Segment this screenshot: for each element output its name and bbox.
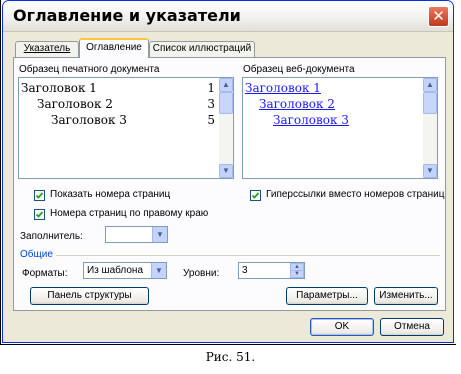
close-button[interactable]: ✕	[428, 6, 449, 27]
tab-index-label: Указатель	[23, 43, 71, 54]
formats-value: Из шаблона	[87, 265, 144, 276]
outline-panel-button-label: Панель структуры	[47, 290, 132, 301]
tab-panel: Образец печатного документа Заголовок 1 …	[13, 57, 446, 311]
general-group-label: Общие	[20, 249, 53, 260]
ok-button-label: OK	[334, 321, 350, 332]
figure-caption: Рис. 51.	[205, 350, 256, 364]
modify-button[interactable]: Изменить...	[374, 287, 438, 305]
tab-figures[interactable]: Список иллюстраций	[149, 41, 255, 57]
spin-down-icon[interactable]: ▼	[290, 270, 304, 278]
print-preview-box: Заголовок 1 1 Заголовок 2 3 Заголовок 3 …	[18, 77, 234, 179]
tab-toc[interactable]: Оглавление	[79, 38, 149, 58]
filler-label: Заполнитель:	[20, 231, 83, 242]
ok-button[interactable]: OK	[310, 318, 374, 336]
dialog-title: Оглавление и указатели	[13, 6, 241, 25]
print-page-2: 3	[207, 97, 215, 111]
print-preview-scrollbar[interactable]: ▲ ▼	[219, 78, 233, 178]
scroll-thumb[interactable]	[219, 92, 233, 114]
modify-button-label: Изменить...	[379, 290, 433, 301]
web-preview-box: Заголовок 1 Заголовок 2 Заголовок 3 ▲ ▼	[242, 77, 438, 179]
cancel-button-label: Отмена	[394, 321, 430, 332]
formats-label: Форматы:	[22, 268, 68, 279]
toc-dialog: Оглавление и указатели ✕ Указатель Оглав…	[2, 0, 454, 343]
parameters-button-label: Параметры...	[296, 290, 358, 301]
tab-index[interactable]: Указатель	[15, 41, 79, 57]
chevron-down-icon[interactable]: ▼	[151, 263, 166, 278]
web-heading-2[interactable]: Заголовок 2	[259, 97, 335, 111]
web-preview-scrollbar[interactable]: ▲ ▼	[423, 78, 437, 178]
web-heading-1[interactable]: Заголовок 1	[245, 81, 321, 95]
scroll-thumb[interactable]	[423, 92, 437, 114]
scroll-up-icon[interactable]: ▲	[423, 78, 437, 92]
web-preview-label: Образец веб-документа	[243, 64, 355, 75]
frame-line-bottom	[0, 344, 456, 345]
chevron-down-icon[interactable]: ▼	[152, 227, 167, 242]
right-align-checkbox[interactable]	[34, 209, 45, 220]
scroll-down-icon[interactable]: ▼	[423, 164, 437, 178]
tab-toc-label: Оглавление	[86, 42, 142, 53]
show-page-numbers-checkbox[interactable]	[34, 190, 45, 201]
print-page-3: 5	[207, 113, 215, 127]
scroll-down-icon[interactable]: ▼	[219, 164, 233, 178]
right-align-label[interactable]: Номера страниц по правому краю	[50, 208, 208, 219]
parameters-button[interactable]: Параметры...	[286, 287, 368, 305]
web-heading-3[interactable]: Заголовок 3	[273, 113, 349, 127]
outline-panel-button[interactable]: Панель структуры	[30, 287, 149, 305]
print-heading-3: Заголовок 3	[51, 113, 127, 127]
hyperlinks-checkbox[interactable]	[250, 190, 261, 201]
print-heading-2: Заголовок 2	[37, 97, 113, 111]
levels-label: Уровни:	[183, 268, 220, 279]
cancel-button[interactable]: Отмена	[380, 318, 444, 336]
frame-line-left	[0, 0, 1, 345]
general-separator	[56, 255, 440, 256]
scroll-up-icon[interactable]: ▲	[219, 78, 233, 92]
filler-select[interactable]: ▼	[105, 226, 168, 243]
formats-select[interactable]: Из шаблона ▼	[83, 262, 167, 279]
print-page-1: 1	[207, 81, 215, 95]
hyperlinks-label[interactable]: Гиперссылки вместо номеров страниц	[266, 189, 444, 200]
show-page-numbers-label[interactable]: Показать номера страниц	[50, 189, 170, 200]
levels-value: 3	[242, 265, 248, 276]
title-bar: Оглавление и указатели ✕	[3, 1, 453, 32]
levels-spinner[interactable]: 3 ▲ ▼	[238, 262, 305, 279]
print-preview-label: Образец печатного документа	[19, 64, 160, 75]
print-heading-1: Заголовок 1	[21, 81, 97, 95]
tab-figures-label: Список иллюстраций	[152, 43, 252, 54]
close-icon: ✕	[432, 7, 445, 25]
